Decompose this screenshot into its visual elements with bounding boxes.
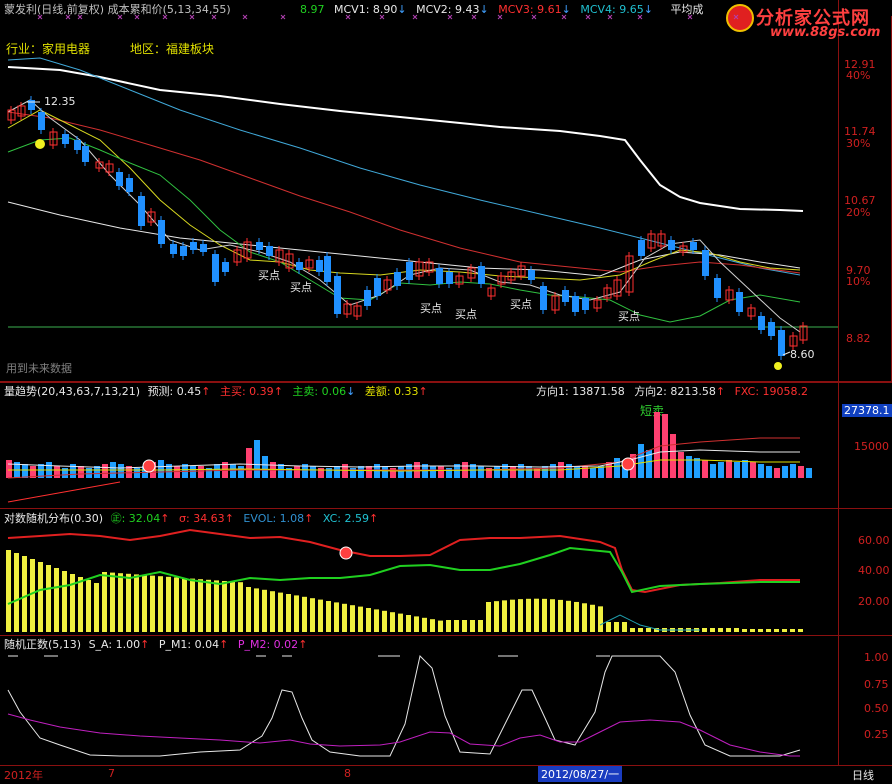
date-month-8: 8: [344, 767, 351, 780]
date-cursor[interactable]: 2012/08/27/一: [538, 766, 623, 782]
rand-canvas[interactable]: [0, 0, 892, 783]
date-bar: [0, 765, 892, 784]
rand-line-magenta: [7, 713, 800, 757]
period-label[interactable]: 日线: [852, 767, 874, 783]
date-year: 2012年: [4, 769, 43, 782]
date-month-7: 7: [108, 767, 115, 780]
